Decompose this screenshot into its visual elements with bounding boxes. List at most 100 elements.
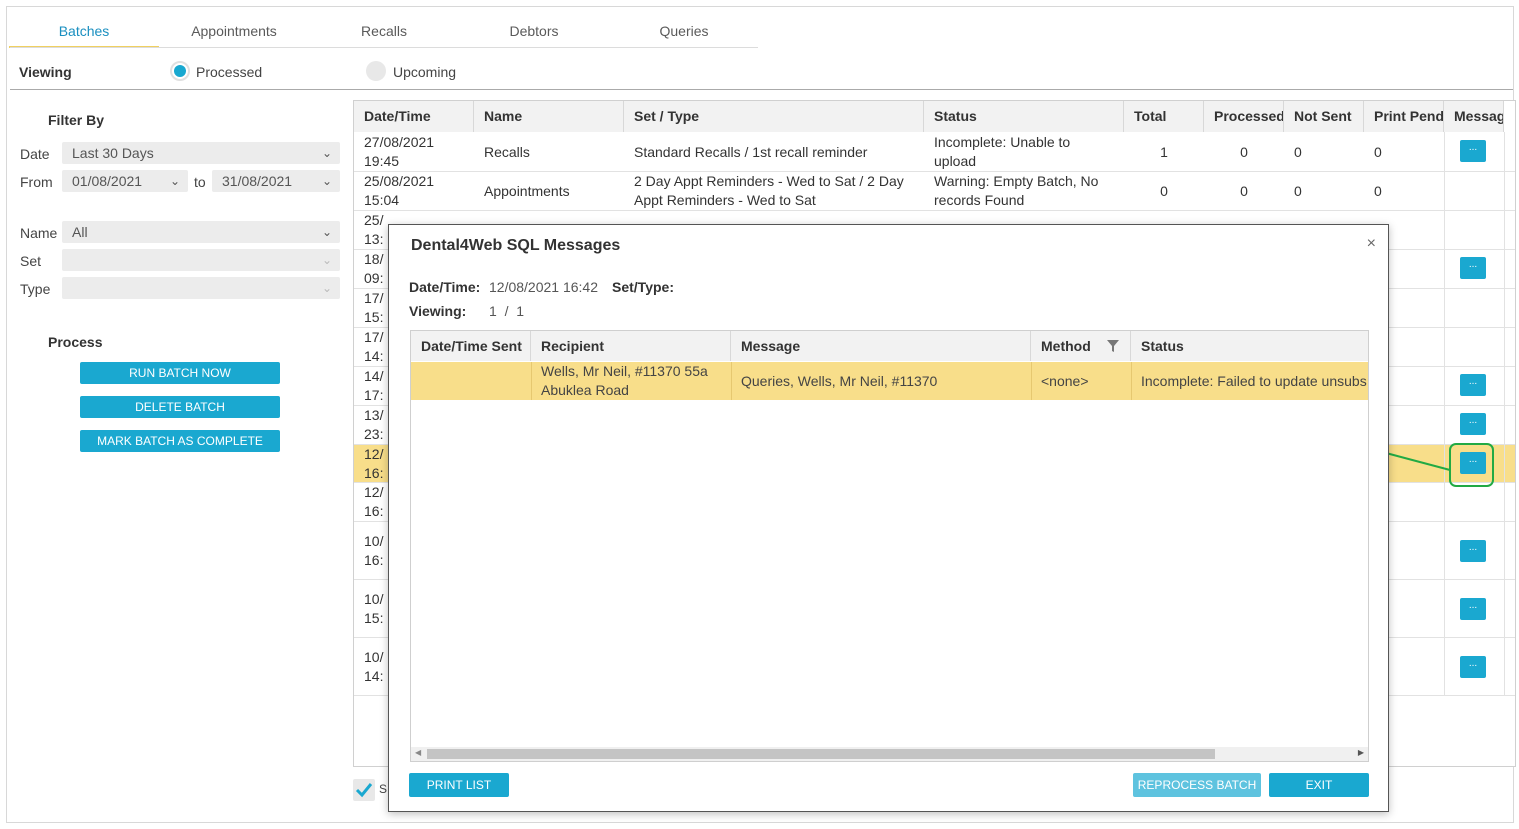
datetime-value: 12/08/2021 16:42 <box>489 279 598 295</box>
row10-date: 12/16: <box>364 484 384 519</box>
chevron-down-icon: ⌄ <box>321 174 332 188</box>
col-header-datetime-sent[interactable]: Date/Time Sent <box>411 331 531 361</box>
date-select-value: Last 30 Days <box>72 145 154 161</box>
message-button[interactable]: ... <box>1460 140 1486 162</box>
row5-date: 17/15: <box>364 290 384 325</box>
row8-date: 13/23: <box>364 407 384 442</box>
type-select[interactable]: ⌄ <box>62 277 340 299</box>
message-button[interactable]: ... <box>1460 374 1486 396</box>
col-header-method[interactable]: Method <box>1031 331 1131 361</box>
col-header-recipient[interactable]: Recipient <box>531 331 731 361</box>
row-divider <box>354 210 1515 211</box>
set-select[interactable]: ⌄ <box>62 249 340 271</box>
chevron-down-icon: ⌄ <box>321 225 332 239</box>
tab-batches[interactable]: Batches <box>9 14 159 48</box>
tab-appointments[interactable]: Appointments <box>159 14 309 48</box>
viewing-count-value: 1 / 1 <box>489 303 525 319</box>
col-separator <box>1031 362 1032 400</box>
chevron-down-icon: ⌄ <box>169 174 180 188</box>
col-header-message[interactable]: Messag <box>1444 101 1504 132</box>
date-label: Date <box>20 146 50 162</box>
header-divider <box>10 89 1513 90</box>
row1-settype: Standard Recalls / 1st recall reminder <box>634 144 868 160</box>
viewing-count-label: Viewing: <box>409 303 467 319</box>
to-date-value: 31/08/2021 <box>222 173 293 189</box>
name-select[interactable]: All ⌄ <box>62 221 340 243</box>
message-button[interactable]: ... <box>1460 540 1486 562</box>
row2-notsent: 0 <box>1294 183 1302 199</box>
row2-total: 0 <box>1160 183 1168 199</box>
col-header-status[interactable]: Status <box>1131 331 1368 361</box>
reprocess-batch-button[interactable]: REPROCESS BATCH <box>1133 773 1261 797</box>
row4-date: 18/09: <box>364 251 384 286</box>
message-button[interactable]: ... <box>1460 257 1486 279</box>
delete-batch-button[interactable]: DELETE BATCH <box>80 396 280 418</box>
col-header-datetime[interactable]: Date/Time <box>354 101 474 132</box>
col-header-total[interactable]: Total <box>1124 101 1204 132</box>
row2-name: Appointments <box>484 183 570 199</box>
type-label: Type <box>20 281 51 297</box>
col-header-print[interactable]: Print Pendi <box>1364 101 1444 132</box>
settype-label: Set/Type: <box>612 279 674 295</box>
close-icon[interactable]: × <box>1367 235 1376 253</box>
upcoming-radio[interactable] <box>366 61 386 81</box>
col-header-notsent[interactable]: Not Sent <box>1284 101 1364 132</box>
from-date-value: 01/08/2021 <box>72 173 143 189</box>
print-list-button[interactable]: PRINT LIST <box>409 773 509 797</box>
mark-complete-button[interactable]: MARK BATCH AS COMPLETE <box>80 430 280 452</box>
tab-queries[interactable]: Queries <box>609 14 759 48</box>
message-recipient: Wells, Mr Neil, #11370 55a Abuklea Road <box>541 363 708 398</box>
dialog-title: Dental4Web SQL Messages <box>411 237 621 254</box>
scroll-left-icon[interactable]: ◀ <box>415 748 421 757</box>
message-button[interactable]: ... <box>1460 656 1486 678</box>
tab-recalls[interactable]: Recalls <box>309 14 459 48</box>
col-separator <box>531 362 532 400</box>
row2-processed: 0 <box>1240 183 1248 199</box>
message-button[interactable]: ... <box>1460 598 1486 620</box>
to-date-input[interactable]: 31/08/2021 ⌄ <box>212 170 340 192</box>
processed-radio-label[interactable]: Processed <box>196 64 262 80</box>
exit-button[interactable]: EXIT <box>1269 773 1369 797</box>
horizontal-scrollbar[interactable]: ◀ ▶ <box>411 747 1368 761</box>
set-label: Set <box>20 253 42 269</box>
col-header-processed[interactable]: Processed <box>1204 101 1284 132</box>
bottom-checkbox[interactable] <box>353 779 375 801</box>
col-header-name[interactable]: Name <box>474 101 624 132</box>
col-separator <box>731 362 732 400</box>
scrollbar-thumb[interactable] <box>427 749 1215 759</box>
date-select[interactable]: Last 30 Days ⌄ <box>62 142 340 164</box>
checkmark-icon <box>355 783 373 798</box>
name-label: Name <box>20 225 58 241</box>
row2-print: 0 <box>1374 183 1382 199</box>
row9-date: 12/16: <box>364 446 384 481</box>
processed-radio[interactable] <box>170 61 190 81</box>
row2-settype: 2 Day Appt Reminders - Wed to Sat / 2 Da… <box>634 173 904 208</box>
chevron-down-icon: ⌄ <box>321 146 332 160</box>
from-label: From <box>20 174 53 190</box>
from-date-input[interactable]: 01/08/2021 ⌄ <box>62 170 188 192</box>
filter-icon[interactable] <box>1106 339 1120 353</box>
run-batch-button[interactable]: RUN BATCH NOW <box>80 362 280 384</box>
row6-date: 17/14: <box>364 329 384 364</box>
col-separator <box>1444 132 1445 695</box>
process-title: Process <box>48 334 103 350</box>
row2-status: Warning: Empty Batch, No records Found <box>934 173 1099 208</box>
row3-date: 25/13: <box>364 212 384 247</box>
row12-date: 10/15: <box>364 591 384 626</box>
col-header-status[interactable]: Status <box>924 101 1124 132</box>
row1-status: Incomplete: Unable to upload <box>934 134 1071 169</box>
message-row[interactable]: Wells, Mr Neil, #11370 55a Abuklea Road Q… <box>411 362 1368 400</box>
row1-date: 27/08/2021 19:45 <box>364 134 435 169</box>
row7-date: 14/17: <box>364 368 384 403</box>
row1-processed: 0 <box>1240 144 1248 160</box>
row11-date: 10/16: <box>364 533 384 568</box>
row2-date: 25/08/2021 15:04 <box>364 173 435 208</box>
col-header-settype[interactable]: Set / Type <box>624 101 924 132</box>
messages-grid: Date/Time Sent Recipient Message Method … <box>410 330 1369 762</box>
col-header-method-label: Method <box>1041 338 1091 354</box>
tab-debtors[interactable]: Debtors <box>459 14 609 48</box>
col-header-message[interactable]: Message <box>731 331 1031 361</box>
upcoming-radio-label[interactable]: Upcoming <box>393 64 456 80</box>
scroll-right-icon[interactable]: ▶ <box>1358 748 1364 757</box>
tab-divider <box>10 47 758 48</box>
